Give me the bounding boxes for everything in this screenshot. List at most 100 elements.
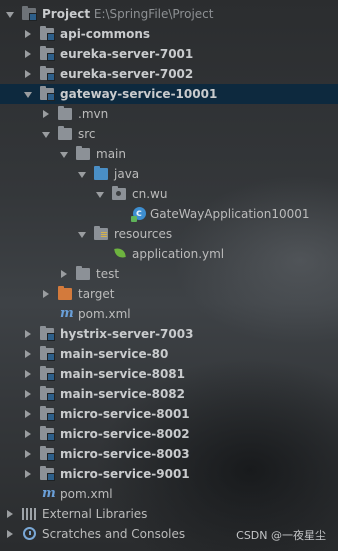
external-libraries-label: External Libraries — [42, 507, 148, 521]
folder-label: test — [96, 267, 120, 281]
module-label: eureka-server-7002 — [60, 67, 194, 81]
module-label: gateway-service-10001 — [60, 87, 218, 101]
module-label: main-service-80 — [60, 347, 169, 361]
tree-row-test[interactable]: test — [0, 264, 338, 284]
expand-arrow-icon[interactable] — [22, 84, 34, 104]
project-tree: Project E:\SpringFile\Project api-common… — [0, 0, 338, 551]
expand-arrow-icon[interactable] — [40, 284, 52, 304]
expand-arrow-icon[interactable] — [22, 364, 34, 384]
expand-arrow-icon[interactable] — [22, 424, 34, 444]
project-path: E:\SpringFile\Project — [93, 7, 214, 21]
expand-arrow-icon[interactable] — [22, 344, 34, 364]
module-folder-icon — [40, 326, 55, 341]
expand-arrow-icon[interactable] — [58, 144, 70, 164]
tree-row-root-pom[interactable]: m pom.xml — [0, 484, 338, 504]
expand-arrow-icon[interactable] — [94, 184, 106, 204]
spring-boot-class-icon — [131, 204, 146, 224]
tree-row-hystrix[interactable]: hystrix-server-7003 — [0, 324, 338, 344]
tree-row-gateway-selected[interactable]: gateway-service-10001 — [0, 84, 338, 104]
tree-row-package[interactable]: cn.wu — [0, 184, 338, 204]
module-folder-icon — [40, 46, 55, 61]
folder-icon — [76, 266, 90, 280]
tree-row-eureka-7001[interactable]: eureka-server-7001 — [0, 44, 338, 64]
module-folder-icon — [40, 466, 55, 481]
package-icon — [112, 186, 126, 200]
expand-arrow-icon[interactable] — [22, 444, 34, 464]
module-folder-icon — [40, 386, 55, 401]
excluded-folder-icon — [58, 286, 72, 300]
folder-label: resources — [114, 227, 173, 241]
folder-icon — [58, 126, 72, 140]
expand-arrow-icon[interactable] — [40, 104, 52, 124]
tree-row-main-8082[interactable]: main-service-8082 — [0, 384, 338, 404]
tree-row-gateway-pom[interactable]: m pom.xml — [0, 304, 338, 324]
module-label: micro-service-9001 — [60, 467, 190, 481]
expand-arrow-icon[interactable] — [4, 524, 16, 544]
folder-label: target — [78, 287, 115, 301]
module-folder-icon — [40, 66, 55, 81]
expand-arrow-icon[interactable] — [22, 464, 34, 484]
tree-row-micro-8001[interactable]: micro-service-8001 — [0, 404, 338, 424]
expand-arrow-icon[interactable] — [22, 64, 34, 84]
tree-row-app-class[interactable]: GateWayApplication10001 — [0, 204, 338, 224]
expand-arrow-icon[interactable] — [22, 24, 34, 44]
expand-arrow-icon[interactable] — [4, 504, 16, 524]
expand-arrow-icon[interactable] — [22, 404, 34, 424]
tree-row-main-80[interactable]: main-service-80 — [0, 344, 338, 364]
spring-yml-icon — [114, 248, 126, 260]
module-label: main-service-8081 — [60, 367, 186, 381]
project-name: Project — [42, 7, 91, 21]
expand-arrow-icon[interactable] — [22, 44, 34, 64]
tree-row-micro-9001[interactable]: micro-service-9001 — [0, 464, 338, 484]
tree-row-mvn[interactable]: .mvn — [0, 104, 338, 124]
file-label: pom.xml — [78, 307, 131, 321]
module-label: micro-service-8003 — [60, 447, 190, 461]
module-folder-icon — [40, 426, 55, 441]
module-folder-icon — [40, 86, 55, 101]
tree-row-yml[interactable]: application.yml — [0, 244, 338, 264]
folder-label: main — [96, 147, 126, 161]
module-folder-icon — [40, 446, 55, 461]
file-label: application.yml — [132, 247, 225, 261]
tree-row-project[interactable]: Project E:\SpringFile\Project — [0, 4, 338, 24]
tree-row-main-8081[interactable]: main-service-8081 — [0, 364, 338, 384]
source-folder-icon — [94, 166, 108, 180]
module-label: micro-service-8002 — [60, 427, 190, 441]
package-label: cn.wu — [132, 187, 168, 201]
tree-row-resources[interactable]: resources — [0, 224, 338, 244]
folder-label: src — [78, 127, 96, 141]
folder-icon — [58, 106, 72, 120]
scratches-label: Scratches and Consoles — [42, 527, 186, 541]
expand-arrow-icon[interactable] — [22, 384, 34, 404]
tree-row-external-libraries[interactable]: External Libraries — [0, 504, 338, 524]
module-folder-icon — [40, 406, 55, 421]
tree-row-target[interactable]: target — [0, 284, 338, 304]
expand-arrow-icon[interactable] — [4, 4, 16, 24]
resources-folder-icon — [94, 226, 108, 240]
expand-arrow-icon[interactable] — [76, 224, 88, 244]
module-label: main-service-8082 — [60, 387, 186, 401]
tree-row-micro-8002[interactable]: micro-service-8002 — [0, 424, 338, 444]
library-icon — [22, 508, 36, 520]
expand-arrow-icon[interactable] — [22, 324, 34, 344]
tree-row-api-commons[interactable]: api-commons — [0, 24, 338, 44]
module-label: api-commons — [60, 27, 151, 41]
file-label: pom.xml — [60, 487, 113, 501]
expand-arrow-icon[interactable] — [58, 264, 70, 284]
tree-row-src[interactable]: src — [0, 124, 338, 144]
tree-row-micro-8003[interactable]: micro-service-8003 — [0, 444, 338, 464]
scratches-icon — [23, 527, 36, 540]
module-folder-icon — [40, 26, 55, 41]
expand-arrow-icon[interactable] — [40, 124, 52, 144]
maven-icon: m — [60, 306, 74, 321]
tree-row-main[interactable]: main — [0, 144, 338, 164]
tree-row-java[interactable]: java — [0, 164, 338, 184]
module-folder-icon — [40, 346, 55, 361]
module-label: micro-service-8001 — [60, 407, 190, 421]
expand-arrow-icon[interactable] — [76, 164, 88, 184]
folder-label: java — [114, 167, 140, 181]
file-label: GateWayApplication10001 — [150, 207, 310, 221]
tree-row-eureka-7002[interactable]: eureka-server-7002 — [0, 64, 338, 84]
module-label: eureka-server-7001 — [60, 47, 194, 61]
module-folder-icon — [40, 366, 55, 381]
